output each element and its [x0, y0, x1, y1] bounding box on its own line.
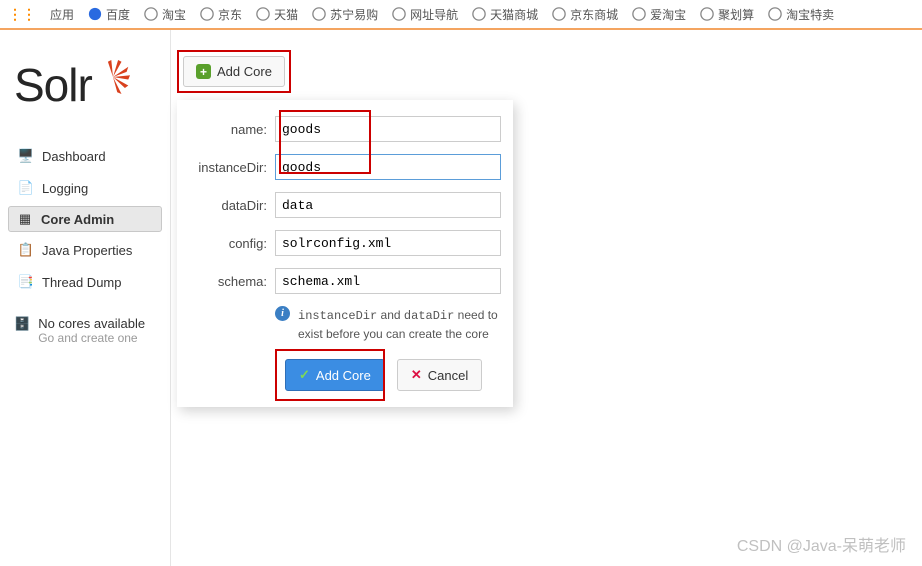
- nav-java-properties[interactable]: 📋 Java Properties: [8, 236, 162, 264]
- plus-icon: +: [196, 64, 211, 79]
- nav-label: Dashboard: [42, 149, 106, 164]
- button-label: Cancel: [428, 368, 468, 383]
- input-instancedir[interactable]: [275, 154, 501, 180]
- info-code-b: dataDir: [404, 309, 454, 323]
- nav-label: Core Admin: [41, 212, 114, 227]
- main-content: + Add Core name: instanceDir: dataDir: c…: [170, 30, 922, 566]
- button-label: Add Core: [217, 64, 272, 79]
- java-icon: 📋: [18, 242, 34, 258]
- sun-icon: [96, 60, 130, 94]
- sidebar: Solr 🖥️ Dashboard 📄 Logging ▦ Core Admin…: [0, 30, 170, 566]
- add-core-button[interactable]: + Add Core: [183, 56, 285, 87]
- database-icon: 🗄️: [14, 316, 30, 332]
- bookmark-taobao[interactable]: 淘宝: [144, 6, 186, 23]
- bookmark-apps[interactable]: 应用: [50, 6, 74, 23]
- label-config: config:: [189, 236, 275, 251]
- bookmark-baidu[interactable]: 百度: [88, 6, 130, 23]
- logging-icon: 📄: [18, 180, 34, 196]
- label-name: name:: [189, 122, 275, 137]
- x-icon: ✕: [411, 367, 422, 383]
- no-cores-block[interactable]: 🗄️ No cores available Go and create one: [8, 316, 162, 345]
- bookmark-tbtm[interactable]: 淘宝特卖: [768, 6, 834, 23]
- bookmark-suning[interactable]: 苏宁易购: [312, 6, 378, 23]
- check-icon: ✓: [299, 367, 310, 383]
- submit-add-core-button[interactable]: ✓ Add Core: [285, 359, 385, 391]
- dashboard-icon: 🖥️: [18, 148, 34, 164]
- add-core-dialog: name: instanceDir: dataDir: config: sche…: [177, 100, 513, 407]
- highlight-add-core: + Add Core: [177, 50, 291, 93]
- logo-text: Solr: [14, 58, 92, 112]
- nav-label: Thread Dump: [42, 275, 121, 290]
- nav-dashboard[interactable]: 🖥️ Dashboard: [8, 142, 162, 170]
- cancel-button[interactable]: ✕ Cancel: [397, 359, 482, 391]
- bookmark-nav[interactable]: 网址导航: [392, 6, 458, 23]
- nav-label: Logging: [42, 181, 88, 196]
- nav-logging[interactable]: 📄 Logging: [8, 174, 162, 202]
- label-datadir: dataDir:: [189, 198, 275, 213]
- bookmark-tmall[interactable]: 天猫: [256, 6, 298, 23]
- nav-core-admin[interactable]: ▦ Core Admin: [8, 206, 162, 232]
- bookmark-jd-mall[interactable]: 京东商城: [552, 6, 618, 23]
- label-instancedir: instanceDir:: [189, 160, 275, 175]
- input-config[interactable]: [275, 230, 501, 256]
- label-schema: schema:: [189, 274, 275, 289]
- info-icon: i: [275, 306, 290, 321]
- no-cores-sub: Go and create one: [38, 331, 145, 345]
- no-cores-title: No cores available: [38, 316, 145, 331]
- button-label: Add Core: [316, 368, 371, 383]
- menu-dots-icon[interactable]: ⋮⋮: [8, 6, 36, 23]
- bookmark-aitaobao[interactable]: 爱淘宝: [632, 6, 686, 23]
- nav-label: Java Properties: [42, 243, 132, 258]
- input-name[interactable]: [275, 116, 501, 142]
- input-schema[interactable]: [275, 268, 501, 294]
- input-datadir[interactable]: [275, 192, 501, 218]
- info-message: i instanceDir and dataDir need to exist …: [275, 306, 501, 343]
- core-admin-icon: ▦: [17, 211, 33, 227]
- bookmark-tmall-mall[interactable]: 天猫商城: [472, 6, 538, 23]
- browser-bookmarks-bar: ⋮⋮ 应用 百度 淘宝 京东 天猫 苏宁易购 网址导航 天猫商城 京东商城 爱淘…: [0, 0, 922, 30]
- bookmark-juhuasuan[interactable]: 聚划算: [700, 6, 754, 23]
- thread-icon: 📑: [18, 274, 34, 290]
- solr-logo: Solr: [14, 58, 162, 112]
- nav-thread-dump[interactable]: 📑 Thread Dump: [8, 268, 162, 296]
- bookmark-jd[interactable]: 京东: [200, 6, 242, 23]
- info-code-a: instanceDir: [298, 309, 377, 323]
